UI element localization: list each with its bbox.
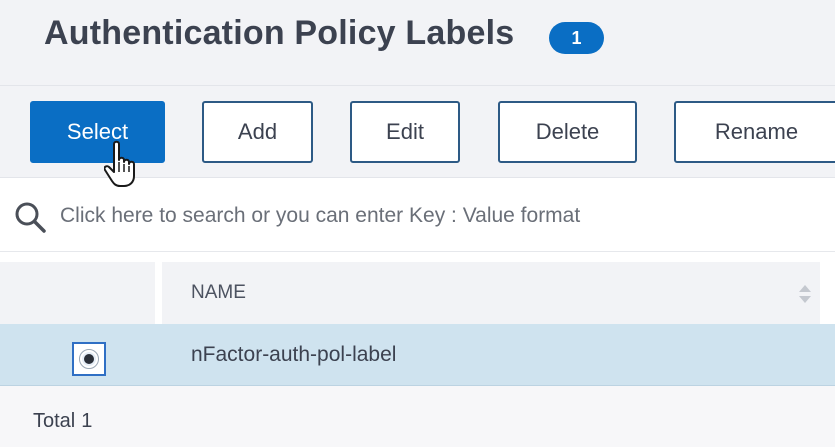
action-toolbar: Select Add Edit Delete Rename [0,86,835,178]
rename-button[interactable]: Rename [674,101,835,163]
page-title: Authentication Policy Labels [44,14,515,52]
table-footer: Total 1 [0,386,835,447]
edit-button[interactable]: Edit [350,101,460,163]
count-badge: 1 [549,22,604,54]
name-column-label: NAME [191,282,246,303]
table-row[interactable]: nFactor-auth-pol-label [0,324,835,386]
total-label: Total [33,410,76,432]
radio-selected-dot [82,352,96,366]
search-bar [0,178,835,252]
row-select-radio[interactable] [72,342,106,376]
search-icon[interactable] [14,201,46,233]
select-button[interactable]: Select [30,101,165,163]
name-column-header[interactable]: NAME [162,262,820,324]
select-column-header [0,262,155,324]
sort-icon[interactable] [798,284,812,304]
add-button[interactable]: Add [202,101,313,163]
page-header: Authentication Policy Labels 1 [0,0,835,86]
row-name-cell: nFactor-auth-pol-label [191,343,397,366]
table-header: NAME [0,262,835,324]
delete-button[interactable]: Delete [498,101,637,163]
total-value: 1 [81,410,93,432]
search-input[interactable] [60,196,820,236]
